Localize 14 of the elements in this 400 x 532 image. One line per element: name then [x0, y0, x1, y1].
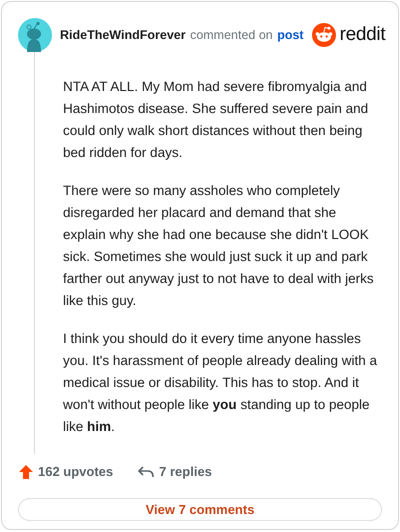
comment-paragraph: There were so many assholes who completely disregarded her placard and demand that she explain why she had one because she didn't LOOK sick. Sometimes she would just suck it up and park farther out anyway just to not have to deal with jerks like this guy. — [63, 182, 375, 310]
action-text: commented on — [190, 28, 273, 42]
upvote-arrow-icon[interactable] — [18, 464, 34, 480]
upvote-count: 162 upvotes — [38, 463, 114, 481]
avatar-icon[interactable] — [18, 18, 52, 52]
reply-count: 7 replies — [159, 463, 212, 481]
post-link[interactable]: post — [277, 28, 304, 42]
comment-paragraph: NTA AT ALL. My Mom had severe fibromyalgia and Hashimotos disease. She suffered severe pain and could only walk short distances without then being bed ridden for days. — [63, 78, 370, 162]
logo-text: reddit — [340, 22, 386, 47]
reply-icon[interactable] — [137, 464, 156, 480]
alien-logo-icon — [312, 23, 336, 47]
view-comments-button[interactable]: View 7 comments — [18, 498, 382, 521]
username[interactable]: RideTheWindForever — [60, 28, 186, 42]
comment-paragraph: I think you should do it every time anyone hassles you. It's harassment of people already dealing with a medical issue or disability. This has to stop. And it won't without people like you standing up to people like him. — [63, 330, 378, 436]
